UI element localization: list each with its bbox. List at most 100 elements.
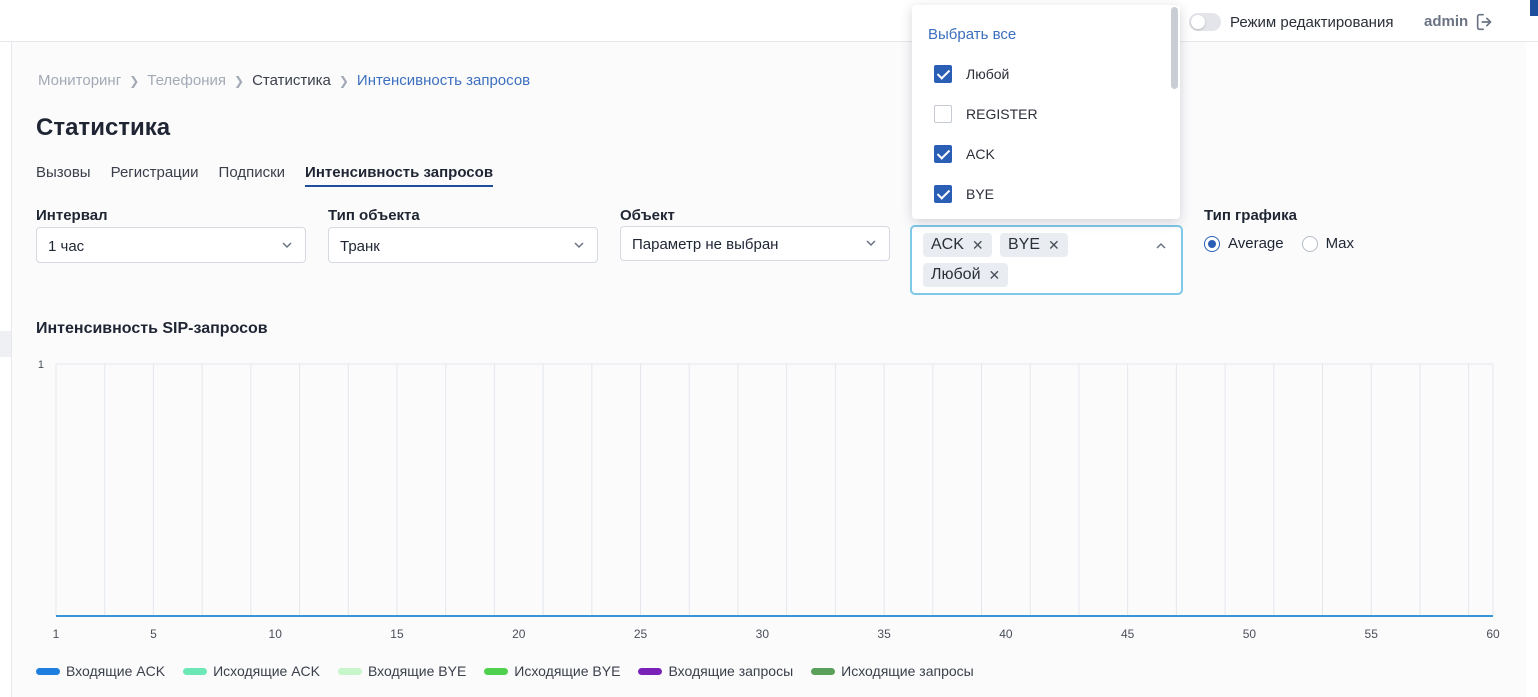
legend-item[interactable]: Исходящие запросы [811,663,974,679]
radio-max[interactable]: Max [1301,235,1354,252]
chip-any: Любой ✕ [923,263,1009,287]
dropdown-scrollbar[interactable] [1171,7,1178,89]
legend-swatch [338,667,362,675]
legend-item[interactable]: Входящие BYE [338,663,466,679]
radio-average[interactable]: Average [1204,235,1284,252]
dropdown-option-bye[interactable]: BYE [934,184,994,204]
x-tick-label: 15 [390,627,404,641]
user-name[interactable]: admin [1424,13,1468,30]
tab-registrations[interactable]: Регистрации [111,164,199,187]
left-rail-handle[interactable] [0,331,11,357]
x-tick-label: 1 [53,627,60,641]
dropdown-option-register[interactable]: REGISTER [934,104,1038,124]
dropdown-option-any[interactable]: Любой [934,64,1009,84]
chevron-right-icon: ❯ [129,73,140,88]
select-all-option[interactable]: Выбрать все [928,26,1016,43]
tab-request-intensity[interactable]: Интенсивность запросов [305,164,494,187]
close-icon[interactable]: ✕ [1048,237,1060,254]
x-tick-label: 55 [1365,627,1379,641]
request-type-dropdown: Выбрать все Любой REGISTER ACK BYE [912,5,1180,219]
chevron-up-icon[interactable] [1155,240,1167,252]
legend-swatch [638,667,663,675]
breadcrumb-item-monitoring[interactable]: Мониторинг [38,72,121,89]
checkbox[interactable] [934,145,952,163]
breadcrumb: Мониторинг ❯ Телефония ❯ Статистика ❯ Ин… [38,72,530,89]
legend-label: Исходящие запросы [841,663,974,679]
legend-swatch [183,667,208,675]
close-icon[interactable]: ✕ [989,267,1001,284]
intensity-chart: 11 5 10 15 20 25 30 35 40 45 50 55 60 [38,359,1500,641]
x-tick-label: 10 [269,627,283,641]
dropdown-option-ack[interactable]: ACK [934,144,995,164]
object-value: Параметр не выбран [632,236,779,253]
chip-bye: BYE ✕ [1000,233,1068,257]
x-tick-label: 25 [634,627,648,641]
chart-type-radio-group: Average Max [1204,235,1354,252]
interval-select[interactable]: 1 час [36,227,306,263]
legend-item[interactable]: Исходящие ACK [183,663,320,679]
legend-swatch [811,667,836,675]
logout-icon[interactable] [1474,11,1496,33]
x-tick-label: 35 [877,627,891,641]
breadcrumb-item-telephony[interactable]: Телефония [147,72,226,89]
legend-label: Исходящие ACK [213,663,320,679]
legend-item[interactable]: Исходящие BYE [484,663,620,679]
chip-label: Любой [931,266,981,283]
chip-ack: ACK ✕ [923,233,992,257]
chevron-right-icon: ❯ [338,73,349,88]
object-type-value: Транк [340,238,380,255]
object-label: Объект [620,207,675,224]
edit-mode-label: Режим редактирования [1230,14,1394,31]
tab-subscriptions[interactable]: Подписки [219,164,286,187]
object-select[interactable]: Параметр не выбран [620,226,890,261]
edit-mode-toggle[interactable] [1189,13,1221,31]
request-type-multiselect[interactable]: ACK ✕ BYE ✕ Любой ✕ [910,225,1183,295]
tab-calls[interactable]: Вызовы [36,164,91,187]
x-tick-label: 20 [512,627,526,641]
object-type-label: Тип объекта [328,207,420,224]
legend-label: Входящие ACK [66,663,166,679]
x-tick-label: 5 [150,627,157,641]
radio-max-indicator[interactable] [1301,235,1318,252]
breadcrumb-item-current: Интенсивность запросов [356,72,531,89]
radio-average-label: Average [1228,235,1284,252]
x-tick-label: 30 [756,627,770,641]
object-type-select[interactable]: Транк [328,227,598,263]
checkbox[interactable] [934,65,952,83]
x-tick-label: 40 [999,627,1013,641]
legend-swatch [484,667,509,675]
top-accent-mark [1530,0,1538,16]
chart-title: Интенсивность SIP-запросов [36,320,268,337]
radio-max-label: Max [1325,235,1354,252]
checkbox[interactable] [934,185,952,203]
x-tick-label: 60 [1486,627,1500,641]
legend-label: Входящие запросы [668,663,794,679]
x-tick-label: 45 [1121,627,1135,641]
x-tick-label: 50 [1243,627,1257,641]
left-rail [0,42,12,697]
chip-label: ACK [931,236,964,253]
checkbox[interactable] [934,105,952,123]
breadcrumb-item-statistics[interactable]: Статистика [252,72,331,89]
legend-label: Исходящие BYE [514,663,621,679]
legend-item[interactable]: Входящие запросы [638,663,793,679]
legend-label: Входящие BYE [368,663,467,679]
option-label: ACK [966,146,995,162]
interval-value: 1 час [48,238,85,255]
chart-legend: Входящие ACK Исходящие ACK Входящие BYE Исх… [36,663,974,679]
chevron-down-icon [282,242,292,249]
chip-label: BYE [1008,236,1041,253]
option-label: REGISTER [966,106,1038,122]
option-label: Любой [966,66,1010,82]
radio-average-indicator[interactable] [1204,235,1220,252]
page-title: Статистика [36,114,171,141]
chevron-right-icon: ❯ [234,73,245,88]
chart-type-label: Тип графика [1204,207,1297,224]
top-bar: Режим редактирования admin [0,0,1538,42]
chevron-down-icon [574,242,584,249]
close-icon[interactable]: ✕ [972,237,984,254]
legend-swatch [36,667,60,675]
tabs: Вызовы Регистрации Подписки Интенсивност… [36,164,494,187]
legend-item[interactable]: Входящие ACK [36,663,165,679]
chevron-down-icon [866,240,876,247]
